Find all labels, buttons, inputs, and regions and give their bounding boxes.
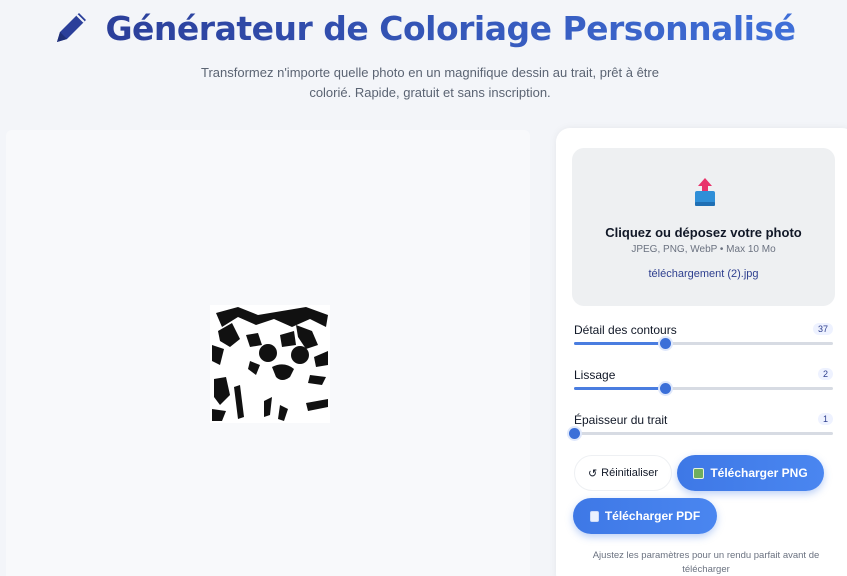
slider-label: Lissage	[574, 368, 616, 382]
photo-dropzone[interactable]: Cliquez ou déposez votre photo JPEG, PNG…	[572, 148, 835, 306]
pencil-icon	[51, 8, 91, 48]
settings-panel: Cliquez ou déposez votre photo JPEG, PNG…	[556, 128, 847, 576]
page-title: Générateur de Coloriage Personnalisé	[105, 8, 796, 48]
coloring-preview-image	[210, 305, 330, 423]
dropzone-title: Cliquez ou déposez votre photo	[605, 225, 802, 240]
download-pdf-label: Télécharger PDF	[604, 509, 701, 523]
download-png-label: Télécharger PNG	[710, 466, 808, 480]
slider-track[interactable]	[574, 383, 833, 394]
slider-thumb[interactable]	[569, 428, 580, 439]
settings-footnote: Ajustez les paramètres pour un rendu par…	[592, 550, 820, 575]
upload-icon	[692, 176, 718, 214]
slider-fill	[574, 387, 665, 390]
reset-button[interactable]: ↺ Réinitialiser	[574, 455, 672, 491]
title-row: Générateur de Coloriage Personnalisé	[0, 8, 847, 48]
download-pdf-button[interactable]: Télécharger PDF	[573, 498, 717, 534]
selected-file-name: téléchargement (2).jpg	[648, 268, 759, 280]
refresh-icon: ↺	[587, 467, 598, 480]
slider-thumb[interactable]	[659, 383, 671, 394]
slider-value-badge: 1	[817, 413, 833, 425]
slider-value-badge: 37	[812, 323, 833, 335]
slider-track[interactable]	[569, 428, 833, 439]
slider-thumb[interactable]	[659, 338, 671, 349]
image-icon	[693, 467, 705, 479]
contour-detail-slider: Détail des contours 37	[574, 323, 833, 353]
download-png-button[interactable]: Télécharger PNG	[677, 455, 824, 491]
slider-value-badge: 2	[817, 368, 833, 380]
slider-fill	[574, 342, 665, 345]
dropzone-hint: JPEG, PNG, WebP • Max 10 Mo	[631, 244, 776, 255]
preview-panel	[6, 130, 530, 576]
slider-track[interactable]	[574, 338, 833, 349]
reset-button-label: Réinitialiser	[601, 467, 659, 479]
slider-label: Détail des contours	[574, 323, 677, 337]
line-thickness-slider: Épaisseur du trait 1	[569, 413, 833, 443]
document-icon	[589, 510, 599, 522]
page-subtitle: Transformez n'importe quelle photo en un…	[201, 65, 659, 100]
smoothing-slider: Lissage 2	[574, 368, 833, 398]
slider-label: Épaisseur du trait	[574, 413, 668, 427]
